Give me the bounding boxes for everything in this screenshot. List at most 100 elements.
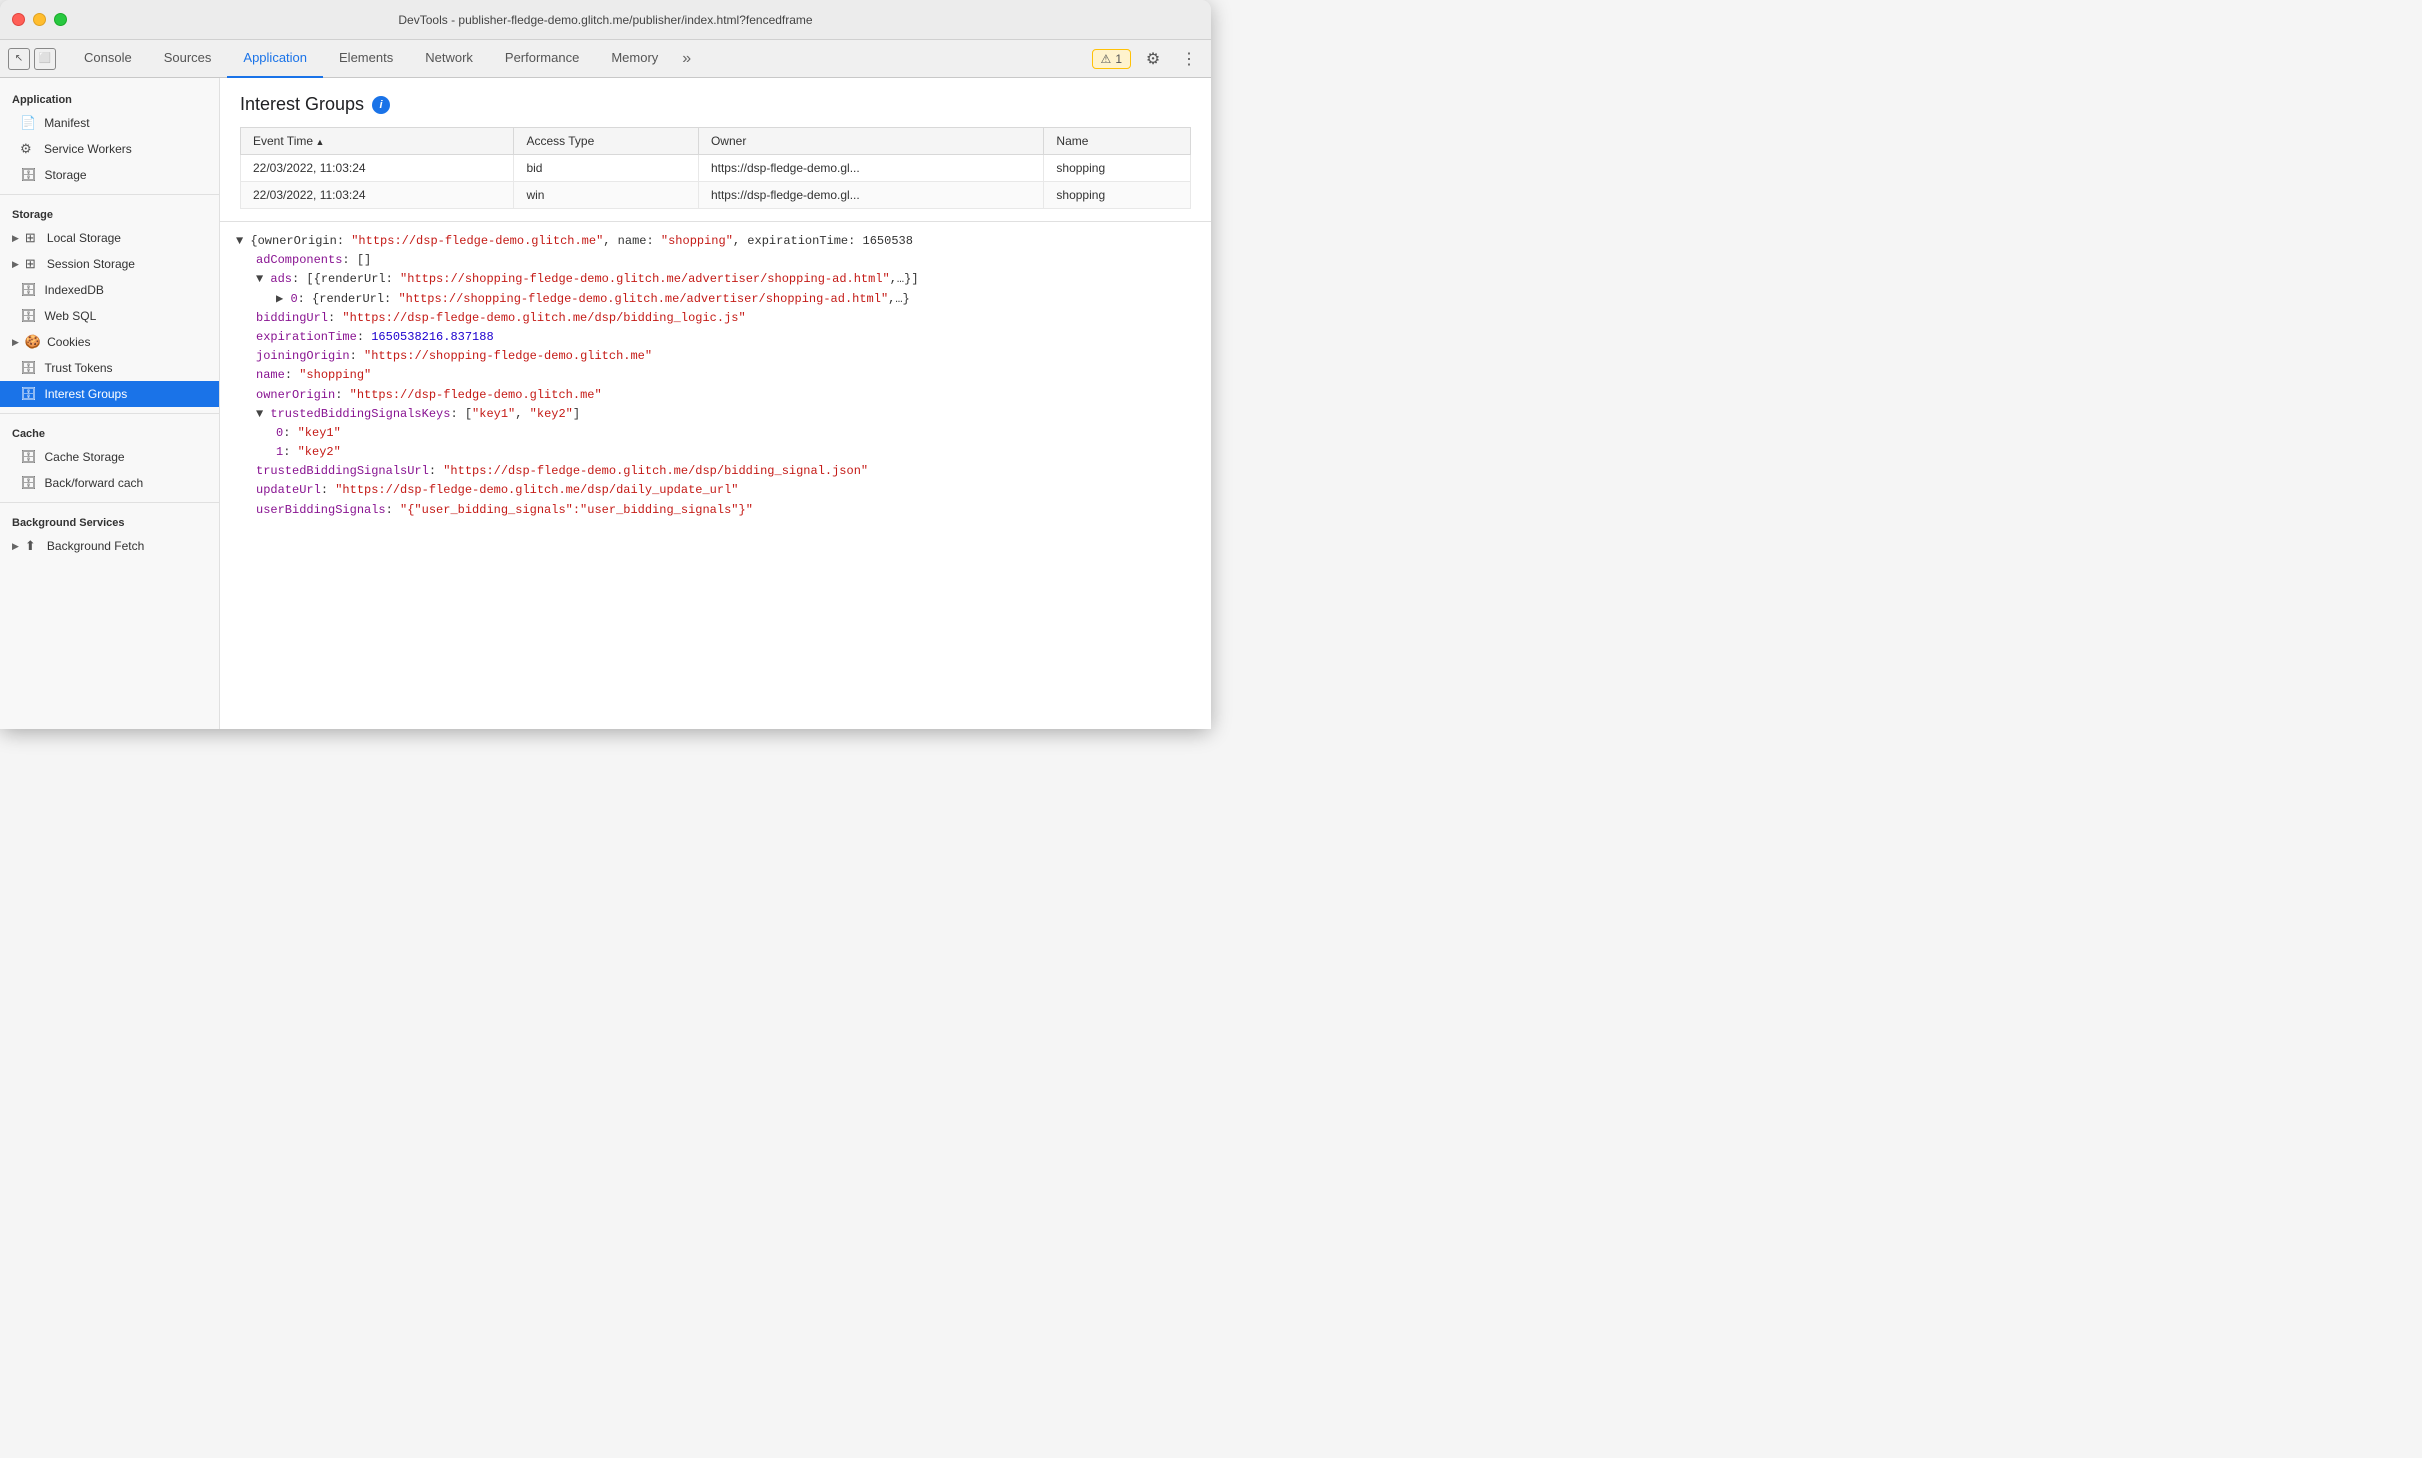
arrow-session-storage: ▶ bbox=[12, 259, 19, 270]
json-line: trustedBiddingSignalsUrl: "https://dsp-f… bbox=[236, 462, 1195, 481]
background-fetch-icon: ⬆ bbox=[25, 538, 41, 554]
inspect-icon[interactable]: ⬜ bbox=[34, 48, 56, 70]
tab-sources[interactable]: Sources bbox=[148, 40, 228, 78]
window-title: DevTools - publisher-fledge-demo.glitch.… bbox=[398, 13, 812, 27]
sidebar-divider-2 bbox=[0, 413, 219, 414]
table-row[interactable]: 22/03/2022, 11:03:24 win https://dsp-fle… bbox=[241, 182, 1191, 209]
cookies-icon: 🍪 bbox=[25, 334, 41, 350]
sidebar-section-background: Background Services bbox=[0, 509, 219, 533]
tab-network[interactable]: Network bbox=[409, 40, 489, 78]
arrow-background-fetch: ▶ bbox=[12, 541, 19, 552]
cell-name: shopping bbox=[1044, 155, 1191, 182]
json-line: 1: "key2" bbox=[236, 443, 1195, 462]
cell-event-time: 22/03/2022, 11:03:24 bbox=[241, 182, 514, 209]
sidebar-label-background-fetch: Background Fetch bbox=[47, 539, 144, 553]
sidebar-item-service-workers[interactable]: ⚙ Service Workers bbox=[0, 136, 219, 162]
sidebar-divider-1 bbox=[0, 194, 219, 195]
sidebar-label-local-storage: Local Storage bbox=[47, 231, 121, 245]
interest-groups-panel: Interest Groups i Event Time Access Type… bbox=[220, 78, 1211, 222]
web-sql-icon: 🗄 bbox=[20, 308, 37, 324]
cell-owner: https://dsp-fledge-demo.gl... bbox=[698, 155, 1043, 182]
arrow-local-storage: ▶ bbox=[12, 233, 19, 244]
tab-console[interactable]: Console bbox=[68, 40, 148, 78]
cursor-icon[interactable]: ↖ bbox=[8, 48, 30, 70]
cell-owner: https://dsp-fledge-demo.gl... bbox=[698, 182, 1043, 209]
sidebar-item-manifest[interactable]: 📄 Manifest bbox=[0, 110, 219, 136]
col-access-type[interactable]: Access Type bbox=[514, 128, 699, 155]
interest-groups-icon: 🗄 bbox=[20, 386, 37, 402]
table-row[interactable]: 22/03/2022, 11:03:24 bid https://dsp-fle… bbox=[241, 155, 1191, 182]
traffic-lights bbox=[12, 13, 67, 26]
sidebar-item-back-forward-cache[interactable]: 🗄 Back/forward cach bbox=[0, 470, 219, 496]
sidebar-item-storage[interactable]: 🗄 Storage bbox=[0, 162, 219, 188]
cell-access-type: bid bbox=[514, 155, 699, 182]
json-line: userBiddingSignals: "{"user_bidding_sign… bbox=[236, 501, 1195, 520]
sidebar-label-service-workers: Service Workers bbox=[44, 142, 132, 156]
tab-bar: ↖ ⬜ Console Sources Application Elements… bbox=[0, 40, 1211, 78]
sidebar-label-interest-groups: Interest Groups bbox=[45, 387, 128, 401]
sidebar-item-local-storage[interactable]: ▶ ⊞ Local Storage bbox=[0, 225, 219, 251]
col-owner[interactable]: Owner bbox=[698, 128, 1043, 155]
sidebar: Application 📄 Manifest ⚙ Service Workers… bbox=[0, 78, 220, 729]
json-line: ▼ {ownerOrigin: "https://dsp-fledge-demo… bbox=[236, 232, 1195, 251]
sidebar-label-trust-tokens: Trust Tokens bbox=[45, 361, 113, 375]
sidebar-item-session-storage[interactable]: ▶ ⊞ Session Storage bbox=[0, 251, 219, 277]
sidebar-label-cookies: Cookies bbox=[47, 335, 90, 349]
warning-count: 1 bbox=[1115, 52, 1122, 66]
local-storage-icon: ⊞ bbox=[25, 230, 41, 246]
more-tabs-button[interactable]: » bbox=[674, 40, 699, 78]
json-line: ▼ ads: [{renderUrl: "https://shopping-fl… bbox=[236, 270, 1195, 289]
json-line: updateUrl: "https://dsp-fledge-demo.glit… bbox=[236, 481, 1195, 500]
trust-tokens-icon: 🗄 bbox=[20, 360, 37, 376]
tab-application[interactable]: Application bbox=[227, 40, 323, 78]
sidebar-item-interest-groups[interactable]: 🗄 Interest Groups bbox=[0, 381, 219, 407]
json-line: 0: "key1" bbox=[236, 424, 1195, 443]
json-line: name: "shopping" bbox=[236, 366, 1195, 385]
tab-elements[interactable]: Elements bbox=[323, 40, 409, 78]
info-icon[interactable]: i bbox=[372, 96, 390, 114]
json-line: biddingUrl: "https://dsp-fledge-demo.gli… bbox=[236, 309, 1195, 328]
sidebar-item-indexeddb[interactable]: 🗄 IndexedDB bbox=[0, 277, 219, 303]
sidebar-section-cache: Cache bbox=[0, 420, 219, 444]
sidebar-item-trust-tokens[interactable]: 🗄 Trust Tokens bbox=[0, 355, 219, 381]
json-line: ▼ trustedBiddingSignalsKeys: ["key1", "k… bbox=[236, 405, 1195, 424]
sidebar-item-cookies[interactable]: ▶ 🍪 Cookies bbox=[0, 329, 219, 355]
main-layout: Application 📄 Manifest ⚙ Service Workers… bbox=[0, 78, 1211, 729]
maximize-button[interactable] bbox=[54, 13, 67, 26]
content-area: Interest Groups i Event Time Access Type… bbox=[220, 78, 1211, 729]
json-line: ▶ 0: {renderUrl: "https://shopping-fledg… bbox=[236, 290, 1195, 309]
sidebar-item-cache-storage[interactable]: 🗄 Cache Storage bbox=[0, 444, 219, 470]
col-name[interactable]: Name bbox=[1044, 128, 1191, 155]
cell-name: shopping bbox=[1044, 182, 1191, 209]
tab-memory[interactable]: Memory bbox=[595, 40, 674, 78]
close-button[interactable] bbox=[12, 13, 25, 26]
back-forward-cache-icon: 🗄 bbox=[20, 475, 37, 491]
settings-button[interactable]: ⚙ bbox=[1139, 45, 1167, 73]
warning-badge[interactable]: ⚠ 1 bbox=[1092, 49, 1131, 69]
json-line: ownerOrigin: "https://dsp-fledge-demo.gl… bbox=[236, 386, 1195, 405]
sidebar-label-manifest: Manifest bbox=[44, 116, 89, 130]
json-line: expirationTime: 1650538216.837188 bbox=[236, 328, 1195, 347]
tab-performance[interactable]: Performance bbox=[489, 40, 595, 78]
sidebar-item-background-fetch[interactable]: ▶ ⬆ Background Fetch bbox=[0, 533, 219, 559]
devtools-controls: ↖ ⬜ bbox=[8, 48, 56, 70]
col-event-time[interactable]: Event Time bbox=[241, 128, 514, 155]
indexeddb-icon: 🗄 bbox=[20, 282, 37, 298]
warning-icon: ⚠ bbox=[1101, 52, 1112, 66]
sidebar-label-cache-storage: Cache Storage bbox=[45, 450, 125, 464]
json-detail-panel: ▼ {ownerOrigin: "https://dsp-fledge-demo… bbox=[220, 222, 1211, 729]
minimize-button[interactable] bbox=[33, 13, 46, 26]
sidebar-divider-3 bbox=[0, 502, 219, 503]
cell-event-time: 22/03/2022, 11:03:24 bbox=[241, 155, 514, 182]
arrow-cookies: ▶ bbox=[12, 337, 19, 348]
sidebar-item-web-sql[interactable]: 🗄 Web SQL bbox=[0, 303, 219, 329]
sidebar-label-web-sql: Web SQL bbox=[45, 309, 97, 323]
json-line: adComponents: [] bbox=[236, 251, 1195, 270]
cell-access-type: win bbox=[514, 182, 699, 209]
sidebar-label-session-storage: Session Storage bbox=[47, 257, 135, 271]
cache-storage-icon: 🗄 bbox=[20, 449, 37, 465]
manifest-icon: 📄 bbox=[20, 115, 36, 131]
more-options-button[interactable]: ⋮ bbox=[1175, 45, 1203, 73]
title-bar: DevTools - publisher-fledge-demo.glitch.… bbox=[0, 0, 1211, 40]
sidebar-section-application: Application bbox=[0, 86, 219, 110]
